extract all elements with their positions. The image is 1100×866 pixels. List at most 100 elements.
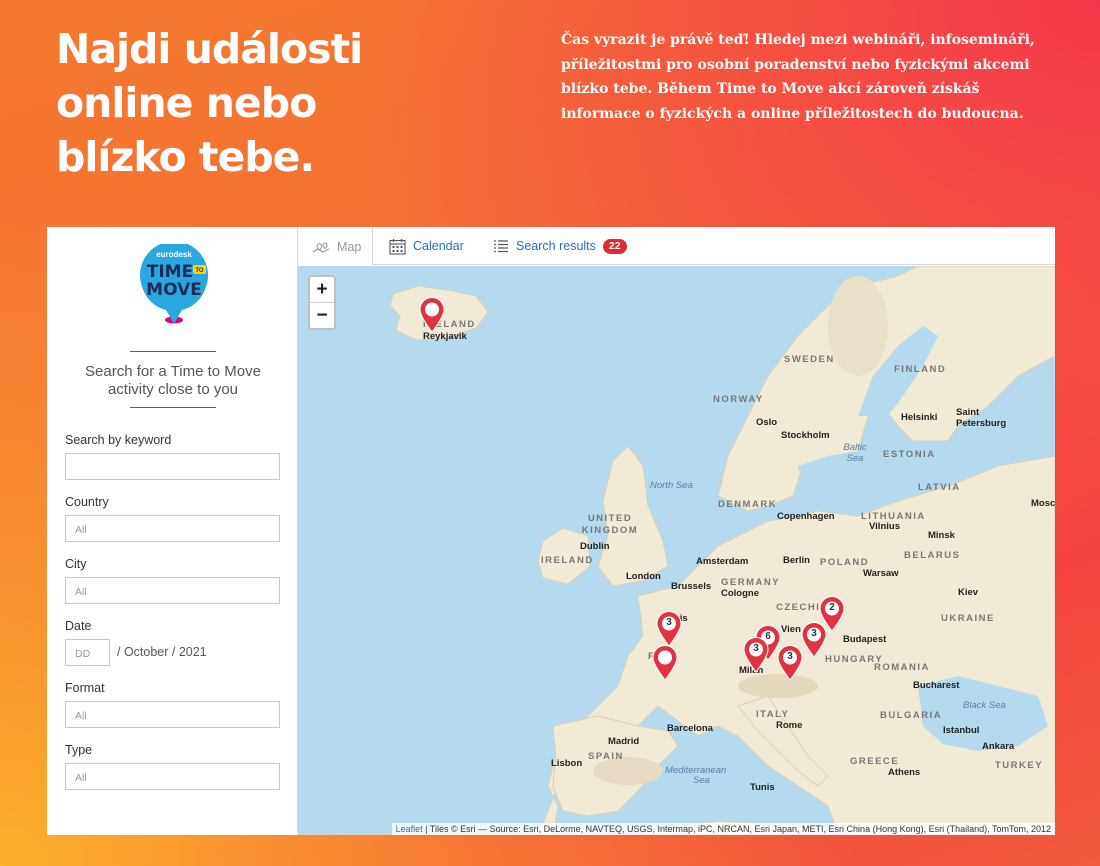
- filter-sidebar: eurodesk TIME TO MOVE Search for a Time …: [47, 227, 298, 835]
- date-label: Date: [65, 619, 92, 633]
- logo-line1: TIME: [147, 262, 193, 282]
- label-north-sea: North Sea: [650, 480, 693, 491]
- logo-to: TO: [195, 268, 204, 274]
- tab-search-results[interactable]: Search results 22: [493, 227, 627, 265]
- label-denmark: DENMARK: [718, 499, 778, 510]
- marker-count: 3: [666, 617, 672, 628]
- events-widget: eurodesk TIME TO MOVE Search for a Time …: [47, 227, 1055, 835]
- label-tunis: Tunis: [750, 782, 775, 793]
- map-pin-icon: [419, 297, 445, 333]
- label-moscow: Mosco: [1031, 498, 1055, 509]
- label-saint-petersburg: Saint Petersburg: [956, 407, 1007, 429]
- label-norway: NORWAY: [713, 394, 764, 405]
- format-label: Format: [65, 681, 105, 695]
- tab-map[interactable]: Map: [298, 227, 373, 266]
- label-romania: ROMANIA: [874, 662, 930, 673]
- sidebar-tagline: Search for a Time to Move activity close…: [85, 363, 261, 398]
- marker-count: 3: [787, 651, 793, 662]
- date-month-year: / October / 2021: [117, 645, 207, 659]
- label-germany: GERMANY: [721, 577, 781, 588]
- label-cologne: Cologne: [721, 588, 759, 599]
- logo-line2: MOVE: [146, 280, 202, 300]
- city-select[interactable]: All: [65, 577, 280, 604]
- map-marker-hungary[interactable]: 3: [801, 622, 827, 658]
- label-barcelona: Barcelona: [667, 723, 713, 734]
- type-label: Type: [65, 743, 93, 757]
- label-belarus: BELARUS: [904, 550, 961, 561]
- label-madrid: Madrid: [608, 736, 640, 747]
- zoom-out-button[interactable]: −: [310, 303, 334, 328]
- label-greece: GREECE: [850, 756, 900, 767]
- label-vienna: Vien: [781, 624, 801, 635]
- map-marker-slovenia[interactable]: 3: [777, 645, 803, 681]
- label-berlin: Berlin: [783, 555, 810, 566]
- headline-line-1: Najdi události: [56, 25, 363, 73]
- label-copenhagen: Copenhagen: [777, 511, 835, 522]
- label-istanbul: Istanbul: [943, 725, 980, 736]
- label-turkey: TURKEY: [995, 760, 1044, 771]
- label-lisbon: Lisbon: [551, 758, 583, 769]
- label-ukraine: UKRAINE: [941, 613, 995, 624]
- map-attribution: Leaflet | Tiles © Esri — Source: Esri, D…: [391, 823, 1055, 835]
- format-select[interactable]: All: [65, 701, 280, 728]
- label-united-kingdom: UNITED KINGDOM: [581, 513, 639, 536]
- zoom-in-button[interactable]: +: [310, 277, 334, 303]
- label-minsk: Minsk: [928, 530, 955, 541]
- label-sweden: SWEDEN: [784, 354, 835, 365]
- label-oslo: Oslo: [756, 417, 778, 428]
- map-marker-reykjavik[interactable]: [419, 297, 445, 333]
- keyword-label: Search by keyword: [65, 433, 172, 447]
- events-map[interactable]: ICELAND Reykjavik SWEDEN FINLAND NORWAY …: [298, 266, 1055, 835]
- map-pin-icon: [652, 645, 678, 681]
- city-label: City: [65, 557, 87, 571]
- keyword-input[interactable]: [65, 453, 280, 480]
- date-day-input[interactable]: DD: [65, 639, 110, 666]
- label-black-sea: Black Sea: [963, 700, 1006, 711]
- tab-search-results-label: Search results: [516, 239, 596, 253]
- label-latvia: LATVIA: [918, 482, 961, 493]
- headline-line-2: online nebo: [56, 79, 317, 127]
- results-count-badge: 22: [602, 238, 627, 254]
- label-amsterdam: Amsterdam: [696, 556, 749, 567]
- divider-top: [130, 351, 216, 352]
- zoom-control: + −: [308, 275, 336, 330]
- map-marker-milan[interactable]: 3: [743, 637, 769, 673]
- country-select[interactable]: All: [65, 515, 280, 542]
- divider-bottom: [130, 407, 216, 408]
- tab-calendar[interactable]: Calendar: [389, 227, 464, 265]
- hero-headline: Najdi události online nebo blízko tebe.: [56, 22, 476, 184]
- label-budapest: Budapest: [843, 634, 887, 645]
- attribution-text: | Tiles © Esri — Source: Esri, DeLorme, …: [422, 824, 1051, 834]
- label-helsinki: Helsinki: [901, 412, 938, 423]
- label-london: London: [626, 571, 661, 582]
- time-to-move-logo: eurodesk TIME TO MOVE: [140, 244, 208, 324]
- label-warsaw: Warsaw: [863, 568, 899, 579]
- map-marker-france[interactable]: [652, 645, 678, 681]
- tab-map-label: Map: [337, 239, 362, 254]
- label-ireland: IRELAND: [541, 555, 594, 566]
- label-ankara: Ankara: [982, 741, 1015, 752]
- type-select[interactable]: All: [65, 763, 280, 790]
- hero-intro: Čas vyrazit je právě teď! Hledej mezi we…: [561, 32, 1035, 122]
- results-panel: Map Calendar Search results 22 ICELAND R…: [298, 227, 1055, 835]
- marker-count: 3: [753, 643, 759, 654]
- marker-count: 2: [829, 602, 835, 613]
- headline-line-3: blízko tebe.: [56, 133, 315, 181]
- map-icon: [312, 241, 330, 253]
- marker-count: 3: [811, 628, 817, 639]
- label-brussels: Brussels: [671, 581, 712, 592]
- label-spain: SPAIN: [588, 751, 624, 762]
- label-kiev: Kiev: [958, 587, 979, 598]
- list-icon: [494, 239, 508, 252]
- label-estonia: ESTONIA: [883, 449, 936, 460]
- label-vilnius: Vilnius: [869, 521, 900, 532]
- map-marker-paris[interactable]: 3: [656, 611, 682, 647]
- label-bucharest: Bucharest: [913, 680, 960, 691]
- label-baltic-sea: Baltic Sea: [843, 442, 867, 464]
- calendar-icon: [389, 238, 406, 255]
- label-poland: POLAND: [820, 557, 870, 568]
- label-stockholm: Stockholm: [781, 430, 830, 441]
- label-sea: Sea: [693, 775, 710, 786]
- label-dublin: Dublin: [580, 541, 610, 552]
- leaflet-link[interactable]: Leaflet: [396, 824, 423, 834]
